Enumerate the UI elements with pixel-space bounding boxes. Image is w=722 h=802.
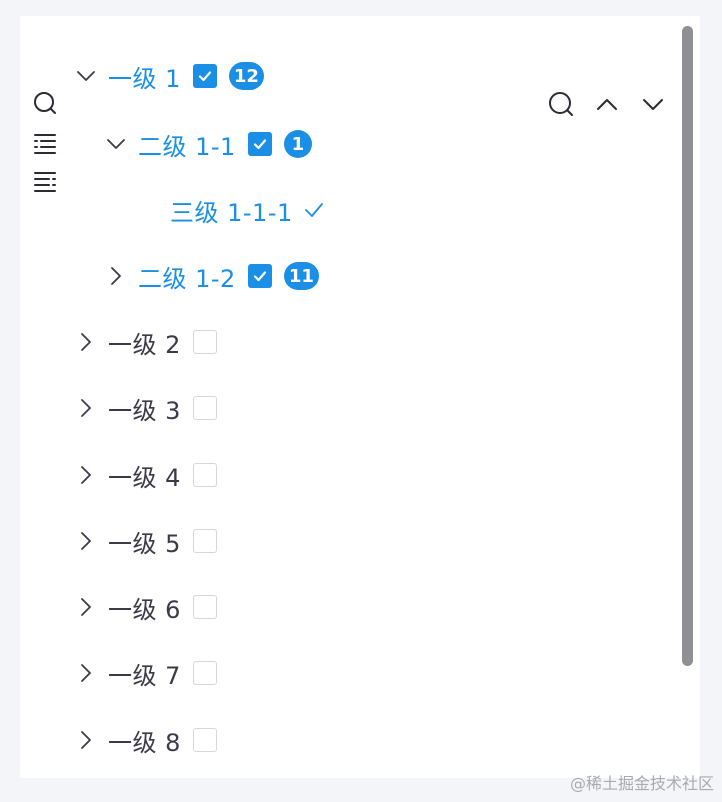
tree-node[interactable]: 三级 1-1-1 bbox=[170, 190, 325, 230]
tree-node-label[interactable]: 二级 1-2 bbox=[138, 259, 236, 294]
chevron-down-icon[interactable] bbox=[106, 134, 126, 154]
search-icon[interactable] bbox=[547, 90, 575, 118]
node-checkbox[interactable] bbox=[192, 64, 217, 88]
count-badge: 11 bbox=[283, 262, 319, 290]
tree-node-label[interactable]: 一级 4 bbox=[108, 458, 181, 493]
tree-node-label[interactable]: 一级 1 bbox=[108, 59, 181, 94]
chevron-down-icon[interactable] bbox=[639, 90, 667, 118]
node-checkbox[interactable] bbox=[192, 595, 217, 619]
count-badge: 12 bbox=[228, 62, 264, 90]
tree-node-label[interactable]: 一级 5 bbox=[108, 524, 181, 559]
tree-node-label[interactable]: 二级 1-1 bbox=[138, 127, 236, 162]
node-checkbox[interactable] bbox=[192, 463, 217, 487]
tree-node[interactable]: 二级 1-1 1 bbox=[106, 124, 312, 164]
tree-node-label[interactable]: 一级 8 bbox=[108, 723, 181, 758]
node-checkbox[interactable] bbox=[192, 396, 217, 420]
tree-node-label[interactable]: 一级 7 bbox=[108, 656, 181, 691]
watermark: @稀土掘金技术社区 bbox=[569, 774, 714, 793]
chevron-right-icon[interactable] bbox=[76, 663, 96, 683]
chevron-right-icon[interactable] bbox=[76, 465, 96, 485]
tree-node-label[interactable]: 三级 1-1-1 bbox=[170, 193, 293, 228]
selected-check-icon bbox=[304, 203, 323, 217]
tree-node[interactable]: 一级 2 bbox=[76, 322, 217, 362]
tree-node[interactable]: 一级 6 bbox=[76, 587, 217, 627]
node-checkbox[interactable] bbox=[192, 661, 217, 685]
tree-node[interactable]: 一级 3 bbox=[76, 388, 217, 428]
tree-node[interactable]: 一级 1 12 bbox=[76, 56, 264, 96]
tree-node-label[interactable]: 一级 2 bbox=[108, 325, 181, 360]
chevron-right-icon[interactable] bbox=[76, 597, 96, 617]
tree-node[interactable]: 一级 8 bbox=[76, 720, 217, 760]
chevron-right-icon[interactable] bbox=[76, 398, 96, 418]
node-checkbox[interactable] bbox=[192, 330, 217, 354]
tree-node-label[interactable]: 一级 6 bbox=[108, 590, 181, 625]
tree-node[interactable]: 一级 5 bbox=[76, 521, 217, 561]
tree-node[interactable]: 一级 4 bbox=[76, 455, 217, 495]
node-checkbox[interactable] bbox=[192, 529, 217, 553]
check-icon bbox=[253, 139, 266, 150]
check-icon bbox=[198, 71, 212, 82]
tree-node-label[interactable]: 一级 3 bbox=[108, 391, 181, 426]
tree-node[interactable]: 一级 7 bbox=[76, 653, 217, 693]
count-badge: 1 bbox=[283, 130, 312, 158]
scrollbar[interactable] bbox=[682, 26, 693, 666]
chevron-right-icon[interactable] bbox=[76, 730, 96, 750]
chevron-up-icon[interactable] bbox=[593, 90, 621, 118]
chevron-down-icon[interactable] bbox=[76, 66, 96, 86]
check-icon bbox=[253, 271, 266, 282]
tree-node[interactable]: 二级 1-2 11 bbox=[106, 256, 319, 296]
chevron-right-icon[interactable] bbox=[76, 332, 96, 352]
node-checkbox[interactable] bbox=[192, 728, 217, 752]
node-checkbox[interactable] bbox=[247, 264, 272, 288]
expand-all-icon[interactable] bbox=[32, 130, 58, 156]
node-checkbox[interactable] bbox=[247, 132, 272, 156]
collapse-all-icon[interactable] bbox=[32, 168, 58, 194]
chevron-right-icon[interactable] bbox=[106, 266, 126, 286]
chevron-right-icon[interactable] bbox=[76, 531, 96, 551]
